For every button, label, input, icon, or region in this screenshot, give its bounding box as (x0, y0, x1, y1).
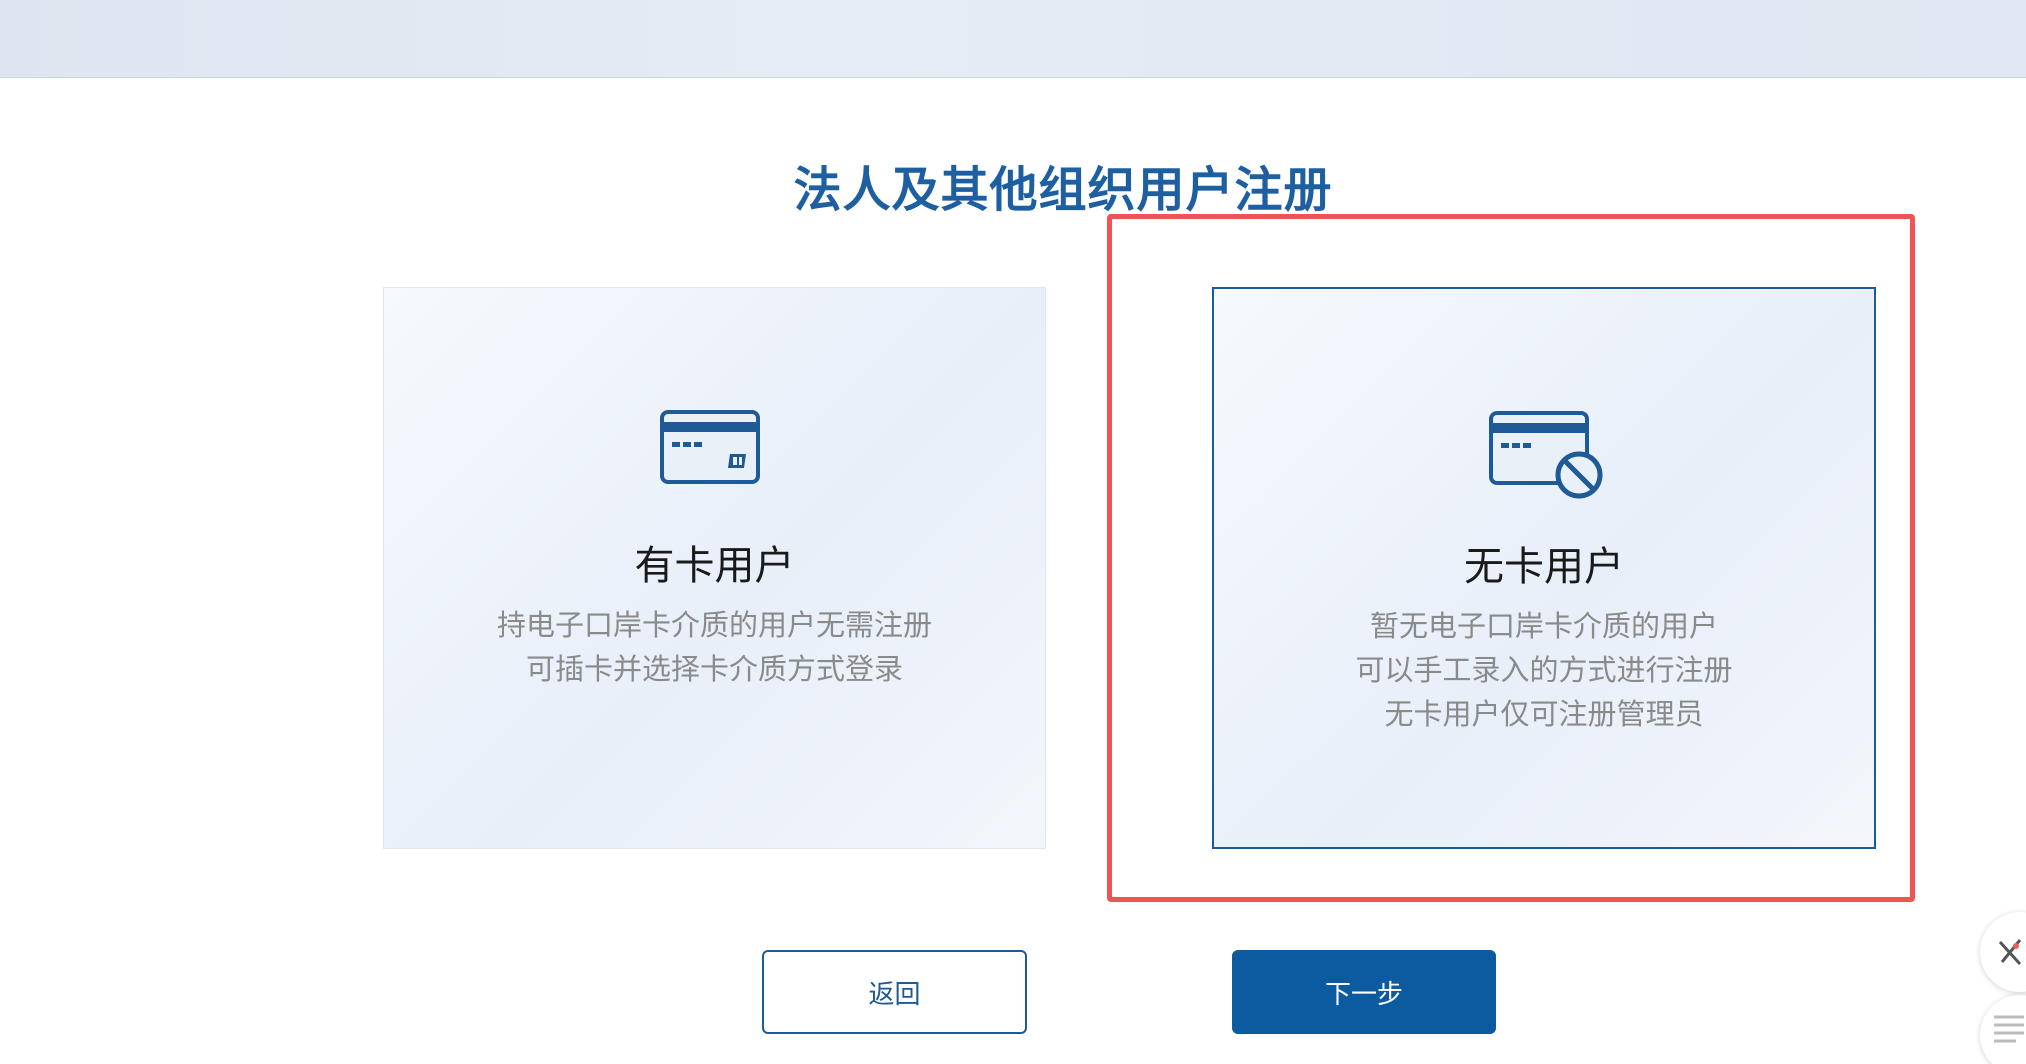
page-title-text: 法人及其他组织用户注册 (793, 162, 1333, 218)
no-card-desc-line: 可以手工录入的方式进行注册 (1355, 653, 1733, 687)
with-card-option[interactable]: 有卡用户 持电子口岸卡介质的用户无需注册 可插卡并选择卡介质方式登录 (383, 287, 1046, 849)
note-tool-icon (1994, 1015, 2024, 1043)
draw-tool-icon (1998, 939, 2022, 966)
top-banner (0, 0, 2026, 78)
next-step-button[interactable]: 下一步 (1232, 950, 1496, 1034)
no-card-description: 暂无电子口岸卡介质的用户 可以手工录入的方式进行注册 无卡用户仅可注册管理员 (1214, 604, 1874, 736)
note-tool-button[interactable] (1980, 995, 2026, 1064)
with-card-title: 有卡用户 (634, 543, 795, 589)
page-title: 法人及其他组织用户注册 (0, 150, 2026, 220)
draw-tool-button[interactable] (1980, 912, 2026, 992)
back-button[interactable]: 返回 (762, 950, 1027, 1034)
registration-page: 法人及其他组织用户注册 有卡用户 持电子口岸卡介质的用户无需注册 可插卡并选择卡… (0, 0, 2026, 1064)
no-card-option[interactable]: 无卡用户 暂无电子口岸卡介质的用户 可以手工录入的方式进行注册 无卡用户仅可注册… (1212, 287, 1876, 849)
with-card-desc-line: 可插卡并选择卡介质方式登录 (525, 652, 903, 686)
with-card-description: 持电子口岸卡介质的用户无需注册 可插卡并选择卡介质方式登录 (384, 603, 1045, 691)
card-icon (659, 410, 760, 484)
no-card-icon (1489, 411, 1603, 499)
with-card-desc-line: 持电子口岸卡介质的用户无需注册 (496, 608, 932, 642)
no-card-desc-line: 无卡用户仅可注册管理员 (1384, 697, 1704, 731)
no-card-title: 无卡用户 (1464, 544, 1624, 590)
no-card-desc-line: 暂无电子口岸卡介质的用户 (1369, 609, 1718, 643)
